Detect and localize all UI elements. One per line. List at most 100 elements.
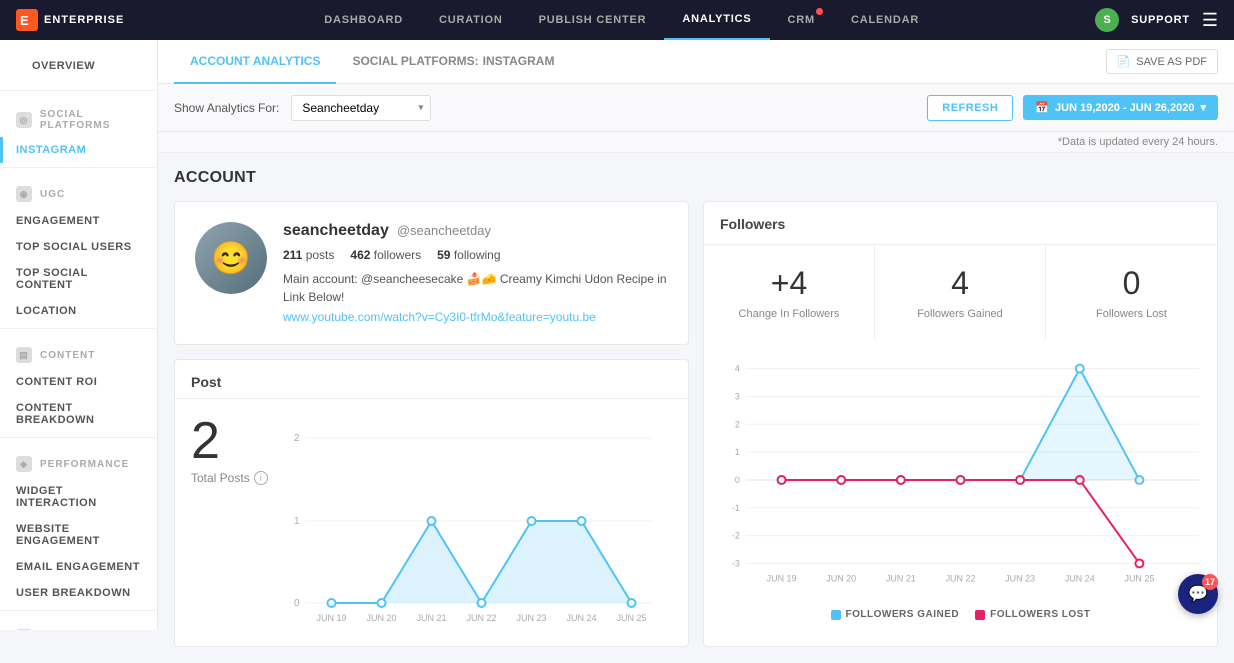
social-platforms-icon: ◎: [16, 112, 32, 128]
sidebar-label-ugc: ◉ UGC: [16, 186, 157, 202]
account-dropdown-wrapper: Seancheetday: [291, 95, 431, 121]
main-navigation: DASHBOARD CURATION PUBLISH CENTER ANALYT…: [148, 0, 1095, 40]
sidebar-divider-3: [0, 328, 157, 329]
svg-text:JUN 23: JUN 23: [516, 613, 546, 623]
svg-text:JUN 20: JUN 20: [826, 573, 856, 583]
brand-logo[interactable]: E ENTERPRISE: [16, 9, 124, 31]
toolbar-right: REFRESH 📅 JUN 19,2020 - JUN 26,2020 ▾: [927, 95, 1218, 121]
toolbar-left: Show Analytics For: Seancheetday: [174, 95, 431, 121]
nav-curation[interactable]: CURATION: [421, 0, 521, 40]
svg-text:2: 2: [735, 419, 740, 429]
date-range-button[interactable]: 📅 JUN 19,2020 - JUN 26,2020 ▾: [1023, 95, 1218, 120]
top-navigation: E ENTERPRISE DASHBOARD CURATION PUBLISH …: [0, 0, 1234, 40]
gained-legend-color: [831, 610, 841, 620]
svg-text:1: 1: [294, 516, 300, 527]
lost-number: 0: [1058, 265, 1205, 302]
profile-link[interactable]: www.youtube.com/watch?v=Cy3I0-tfrMo&feat…: [283, 310, 668, 324]
post-chart-title: Post: [175, 360, 688, 399]
svg-text:3: 3: [735, 391, 740, 401]
followers-gained-stat: 4 Followers Gained: [875, 245, 1046, 340]
change-number: +4: [716, 265, 862, 302]
followers-lost-stat: 0 Followers Lost: [1046, 245, 1217, 340]
lost-label: Followers Lost: [1058, 308, 1205, 320]
ugc-icon: ◉: [16, 186, 32, 202]
data-note: *Data is updated every 24 hours.: [158, 132, 1234, 153]
user-avatar[interactable]: S: [1095, 8, 1119, 32]
sidebar-item-content-breakdown[interactable]: CONTENT BREAKDOWN: [0, 395, 157, 433]
post-chart-card: Post 2 Total Posts i 2: [174, 359, 689, 647]
posts-stat: 211 posts: [283, 248, 334, 262]
analytics-toolbar: Show Analytics For: Seancheetday REFRESH…: [158, 84, 1234, 132]
chat-badge: 17: [1202, 574, 1218, 590]
chat-bubble[interactable]: 💬 17: [1178, 574, 1218, 614]
svg-text:JUN 19: JUN 19: [767, 573, 797, 583]
svg-text:JUN 25: JUN 25: [1125, 573, 1155, 583]
refresh-button[interactable]: REFRESH: [927, 95, 1013, 121]
sidebar-label-content: ▤ CONTENT: [16, 347, 157, 363]
account-dropdown[interactable]: Seancheetday: [291, 95, 431, 121]
tab-social-platforms[interactable]: SOCIAL PLATFORMS: INSTAGRAM: [336, 40, 570, 84]
svg-text:-1: -1: [732, 503, 740, 513]
gained-label: Followers Gained: [887, 308, 1033, 320]
nav-crm[interactable]: CRM: [770, 0, 833, 40]
svg-text:JUN 21: JUN 21: [416, 613, 446, 623]
profile-card: 😊 seancheetday @seancheetday 211 posts: [174, 201, 689, 345]
svg-text:JUN 22: JUN 22: [466, 613, 496, 623]
svg-text:JUN 24: JUN 24: [1065, 573, 1095, 583]
nav-publish-center[interactable]: PUBLISH CENTER: [521, 0, 665, 40]
account-grid: 😊 seancheetday @seancheetday 211 posts: [174, 201, 1218, 647]
svg-text:-2: -2: [732, 531, 740, 541]
legend-lost: FOLLOWERS LOST: [975, 609, 1090, 620]
sidebar-item-widget-interaction[interactable]: WIDGET INTERACTION: [0, 478, 157, 516]
account-section-title: ACCOUNT: [174, 169, 1218, 187]
change-in-followers-stat: +4 Change In Followers: [704, 245, 875, 340]
followers-title: Followers: [704, 202, 1217, 232]
sidebar-divider-2: [0, 167, 157, 168]
followers-stat: 462 followers: [350, 248, 421, 262]
sidebar-item-user-breakdown[interactable]: USER BREAKDOWN: [0, 580, 157, 606]
performance-icon: ◈: [16, 456, 32, 472]
sidebar-divider-4: [0, 437, 157, 438]
menu-icon[interactable]: ☰: [1202, 10, 1218, 31]
sidebar-item-instagram[interactable]: INSTAGRAM: [0, 137, 157, 163]
svg-text:-3: -3: [732, 558, 740, 568]
sidebar-item-content-roi[interactable]: CONTENT ROI: [0, 369, 157, 395]
nav-dashboard[interactable]: DASHBOARD: [306, 0, 421, 40]
following-stat: 59 following: [437, 248, 500, 262]
info-icon[interactable]: i: [254, 471, 268, 485]
svg-text:JUN 24: JUN 24: [566, 613, 596, 623]
change-label: Change In Followers: [716, 308, 862, 320]
profile-name: seancheetday: [283, 222, 389, 240]
sidebar-item-top-social-content[interactable]: TOP SOCIAL CONTENT: [0, 260, 157, 298]
sidebar-item-top-social-users[interactable]: TOP SOCIAL USERS: [0, 234, 157, 260]
legend-gained: FOLLOWERS GAINED: [831, 609, 960, 620]
tabs-bar: ACCOUNT ANALYTICS SOCIAL PLATFORMS: INST…: [158, 40, 1234, 84]
nav-calendar[interactable]: CALENDAR: [833, 0, 937, 40]
sidebar-item-location[interactable]: LOCATION: [0, 298, 157, 324]
svg-text:0: 0: [735, 475, 740, 485]
sidebar-item-email-engagement[interactable]: EMAIL ENGAGEMENT: [0, 554, 157, 580]
followers-chart-svg: 4 3 2 1 0 -1 -2 -3: [712, 348, 1209, 598]
crm-badge: [816, 8, 823, 15]
profile-bio: Main account: @seancheesecake 🍰🧀 Creamy …: [283, 270, 668, 306]
profile-stats: 211 posts 462 followers 59 following: [283, 248, 668, 262]
followers-stats-row: +4 Change In Followers 4 Followers Gaine…: [704, 244, 1217, 340]
total-posts-number: 2: [191, 411, 271, 471]
sidebar-item-engagement[interactable]: ENGAGEMENT: [0, 208, 157, 234]
post-chart-area: 2 1 0: [271, 411, 672, 634]
sidebar-item-website-engagement[interactable]: WEBSITE ENGAGEMENT: [0, 516, 157, 554]
svg-text:JUN 20: JUN 20: [366, 613, 396, 623]
svg-text:E: E: [20, 13, 30, 28]
support-button[interactable]: SUPPORT: [1131, 14, 1190, 26]
sidebar-divider-5: [0, 610, 157, 611]
nav-right-section: S SUPPORT ☰: [1095, 8, 1218, 32]
svg-text:1: 1: [735, 447, 740, 457]
svg-text:JUN 23: JUN 23: [1005, 573, 1035, 583]
sidebar-divider-1: [0, 90, 157, 91]
followers-chart-area: 4 3 2 1 0 -1 -2 -3: [704, 340, 1217, 601]
nav-analytics[interactable]: ANALYTICS: [664, 0, 769, 40]
tab-account-analytics[interactable]: ACCOUNT ANALYTICS: [174, 40, 336, 84]
save-pdf-button[interactable]: 📄 SAVE AS PDF: [1106, 49, 1218, 74]
sidebar-item-overview[interactable]: OVERVIEW: [16, 50, 141, 82]
sidebar-social-platforms-section: ◎ SOCIAL PLATFORMS: [0, 95, 157, 137]
